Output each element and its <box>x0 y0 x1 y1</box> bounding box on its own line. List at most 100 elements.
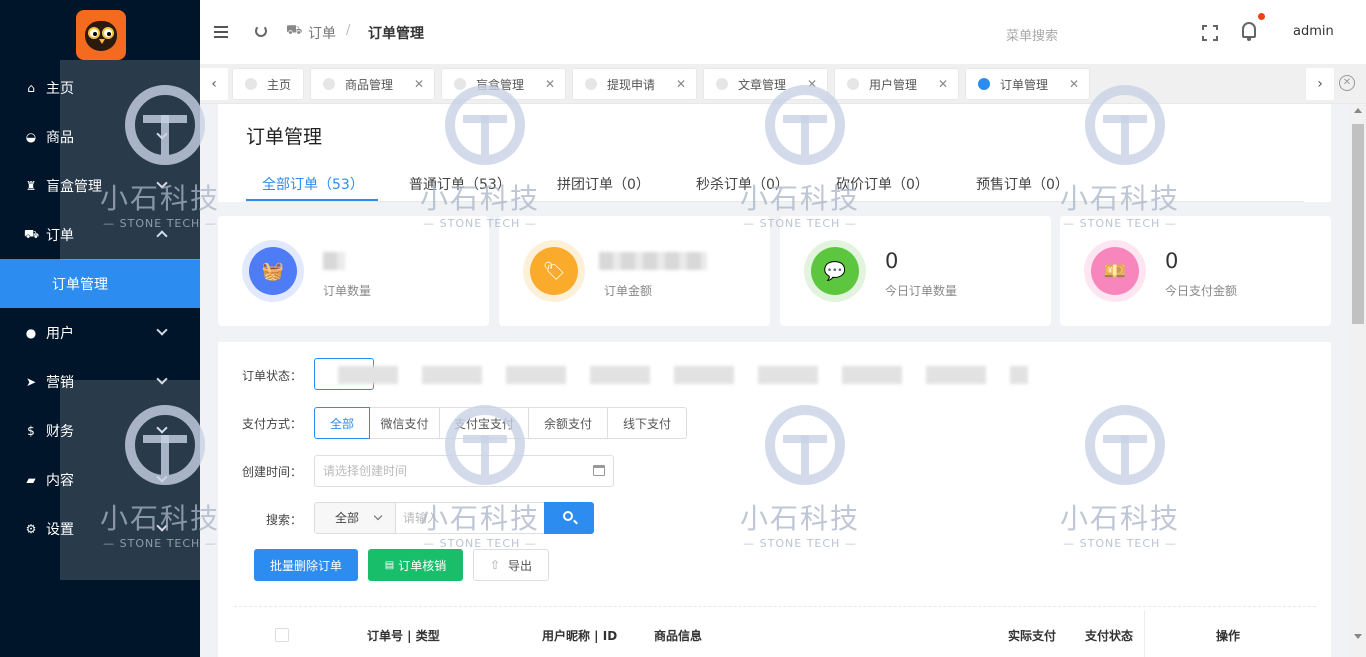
order-tab-flash[interactable]: 秒杀订单（0） <box>696 174 789 194</box>
tab-dot <box>847 78 859 90</box>
tabs-scroll-right-button[interactable]: › <box>1306 68 1334 100</box>
payment-label: 支付方式： <box>242 417 303 431</box>
stat-value: 0 <box>885 249 899 273</box>
chevron-down-icon <box>156 520 168 532</box>
search-icon <box>563 511 573 521</box>
column-header-order-no: 订单号 | 类型 <box>367 629 440 643</box>
close-icon[interactable]: ✕ <box>414 77 424 91</box>
chevron-down-icon <box>373 511 383 521</box>
sidebar-item-orders[interactable]: ⛟ 订单 <box>0 210 200 259</box>
sidebar-item-goods[interactable]: ◒ 商品 <box>0 112 200 161</box>
tab-label: 用户管理 <box>869 77 918 92</box>
breadcrumb-separator: / <box>346 23 351 38</box>
payment-button-group: 全部 微信支付 支付宝支付 余额支付 线下支付 <box>314 407 687 439</box>
sidebar-item-settings[interactable]: ⚙ 设置 <box>0 504 200 553</box>
order-tab-bargain[interactable]: 砍价订单（0） <box>836 174 929 194</box>
tab-home[interactable]: 主页 <box>232 68 304 100</box>
document-icon: ▤ <box>384 559 395 571</box>
tab-label: 主页 <box>267 77 292 92</box>
tab-article-management[interactable]: 文章管理 ✕ <box>703 68 828 100</box>
order-tab-all[interactable]: 全部订单（53） <box>262 174 364 194</box>
stat-icon-ring: 💴 <box>1084 240 1146 302</box>
close-icon[interactable]: ✕ <box>1069 77 1079 91</box>
username[interactable]: admin <box>1293 24 1334 39</box>
payment-option-all[interactable]: 全部 <box>314 407 370 439</box>
sidebar-item-users[interactable]: ● 用户 <box>0 308 200 357</box>
order-verify-label: 订单核销 <box>398 558 447 573</box>
sidebar-item-label: 营销 <box>46 374 74 391</box>
stat-label: 今日订单数量 <box>885 284 958 298</box>
owl-logo[interactable] <box>76 10 126 60</box>
stat-card-order-count: 🧺 订单数量 <box>218 216 489 326</box>
date-range-input[interactable]: 请选择创建时间 <box>314 455 614 487</box>
tabs-scroll-left-button[interactable]: ‹ <box>200 68 228 100</box>
top-header: ⛟ 订单 / 订单管理 菜单搜索 admin <box>200 0 1366 64</box>
close-icon[interactable]: ✕ <box>676 77 686 91</box>
sidebar-subitem-label: 订单管理 <box>52 276 108 293</box>
money-icon: 💴 <box>1091 247 1139 295</box>
breadcrumb-orders[interactable]: 订单 <box>308 23 336 43</box>
column-header-actions: 操作 <box>1216 629 1241 643</box>
sidebar-subitem-order-management[interactable]: 订单管理 <box>0 259 200 308</box>
tab-dot <box>585 78 597 90</box>
select-all-checkbox[interactable] <box>275 628 289 642</box>
tab-label: 商品管理 <box>345 77 394 92</box>
tab-blindbox-management[interactable]: 盲盒管理 ✕ <box>441 68 566 100</box>
blurred-value <box>599 252 707 270</box>
dollar-icon: $ <box>27 423 35 438</box>
cart-icon: ⛟ <box>286 23 303 38</box>
order-tab-normal[interactable]: 普通订单（53） <box>409 174 511 194</box>
tab-user-management[interactable]: 用户管理 ✕ <box>834 68 959 100</box>
stat-card-order-amount: 🏷 订单金额 <box>499 216 770 326</box>
bell-icon[interactable] <box>1242 22 1256 41</box>
stat-label: 订单金额 <box>604 284 653 298</box>
close-all-tabs-icon[interactable]: ✕ <box>1339 75 1355 91</box>
order-tab-presale[interactable]: 预售订单（0） <box>976 174 1069 194</box>
tab-order-management[interactable]: 订单管理 ✕ <box>965 68 1090 100</box>
export-button[interactable]: ⇧ 导出 <box>473 549 549 581</box>
basket-icon: ◒ <box>25 129 37 144</box>
batch-delete-button[interactable]: 批量删除订单 <box>254 549 358 581</box>
scroll-up-icon[interactable] <box>1354 108 1362 113</box>
order-verify-button[interactable]: ▤ 订单核销 <box>368 549 463 581</box>
scroll-down-icon[interactable] <box>1354 634 1362 639</box>
export-label: 导出 <box>508 558 533 573</box>
payment-option-balance[interactable]: 余额支付 <box>528 407 608 439</box>
sidebar-item-label: 财务 <box>46 423 74 440</box>
stat-label: 今日支付金额 <box>1165 284 1238 298</box>
search-scope-value: 全部 <box>335 511 360 525</box>
close-icon[interactable]: ✕ <box>545 77 555 91</box>
refresh-icon[interactable] <box>255 25 267 37</box>
sidebar-item-blindbox[interactable]: ♜ 盲盒管理 <box>0 161 200 210</box>
sidebar-item-content[interactable]: ▰ 内容 <box>0 455 200 504</box>
menu-toggle-icon[interactable] <box>214 26 228 38</box>
sidebar-item-finance[interactable]: $ 财务 <box>0 406 200 455</box>
tab-label: 文章管理 <box>738 77 787 92</box>
page-title: 订单管理 <box>246 126 323 148</box>
send-icon: ➤ <box>25 374 37 389</box>
tab-withdraw-requests[interactable]: 提现申请 ✕ <box>572 68 697 100</box>
order-tab-group[interactable]: 拼团订单（0） <box>557 174 650 194</box>
sidebar-item-home[interactable]: ⌂ 主页 <box>0 63 200 112</box>
menu-search-input[interactable]: 菜单搜索 <box>1006 25 1058 44</box>
search-placeholder: 请输入 <box>403 511 440 525</box>
payment-option-wechat[interactable]: 微信支付 <box>369 407 440 439</box>
close-icon[interactable]: ✕ <box>807 77 817 91</box>
page-scrollbar[interactable] <box>1350 104 1366 657</box>
payment-option-offline[interactable]: 线下支付 <box>607 407 687 439</box>
book-icon: ▰ <box>26 472 36 487</box>
tab-dot-active <box>978 78 990 90</box>
fullscreen-icon[interactable] <box>1202 25 1218 41</box>
search-input[interactable]: 请输入 <box>395 502 545 534</box>
close-icon[interactable]: ✕ <box>938 77 948 91</box>
scroll-thumb[interactable] <box>1352 124 1364 324</box>
tab-goods-management[interactable]: 商品管理 ✕ <box>310 68 435 100</box>
sidebar-item-marketing[interactable]: ➤ 营销 <box>0 357 200 406</box>
chevron-down-icon <box>156 324 168 336</box>
stat-card-today-orders: 💬 0 今日订单数量 <box>780 216 1051 326</box>
payment-option-alipay[interactable]: 支付宝支付 <box>439 407 529 439</box>
chevron-down-icon <box>156 471 168 483</box>
search-button[interactable] <box>544 502 594 534</box>
search-scope-select[interactable]: 全部 <box>314 502 396 534</box>
page-tabs-bar: ‹ 主页 商品管理 ✕ 盲盒管理 ✕ 提现申请 ✕ 文章管理 ✕ 用户管理 ✕ … <box>200 64 1366 104</box>
